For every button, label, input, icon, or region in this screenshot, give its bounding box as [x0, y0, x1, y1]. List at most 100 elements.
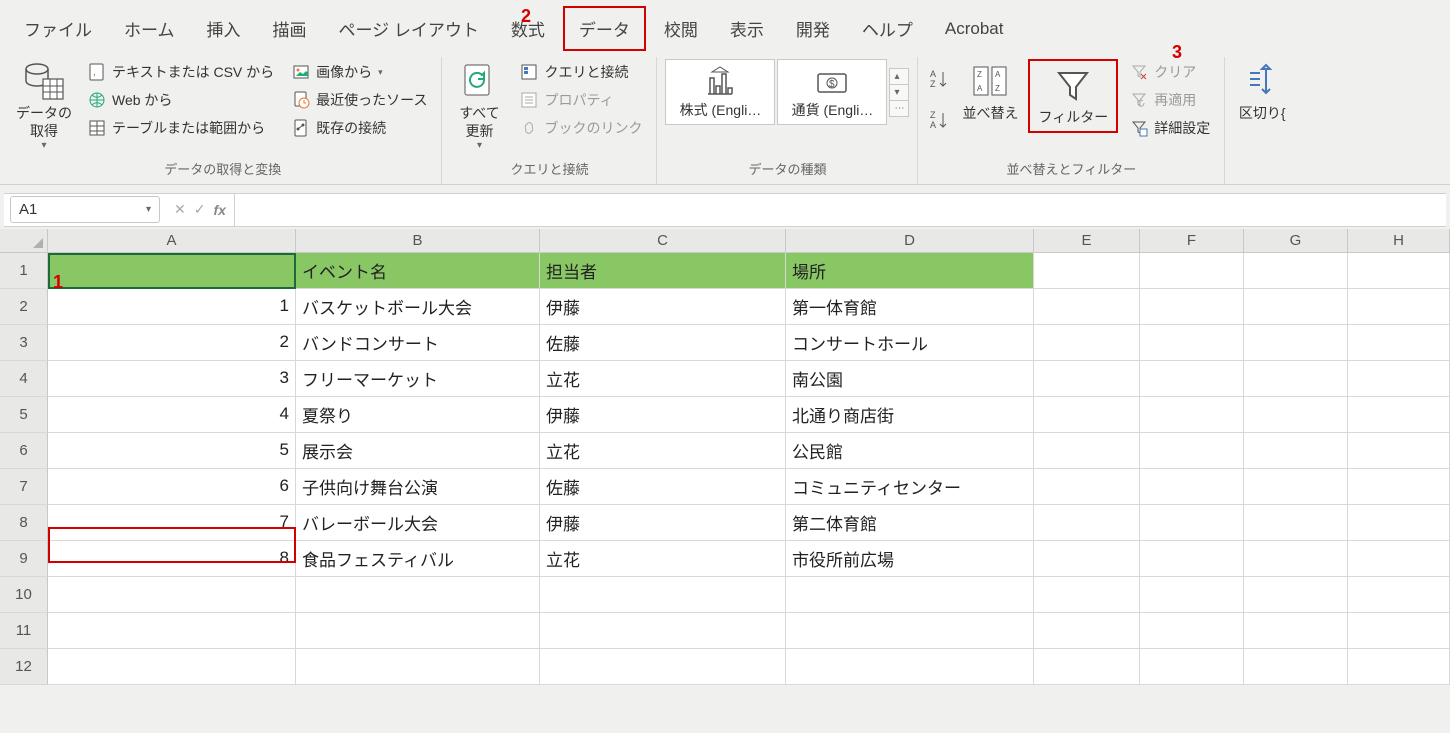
fx-icon[interactable]: fx: [213, 202, 225, 218]
recent-sources-button[interactable]: 最近使ったソース: [286, 87, 433, 113]
formula-input[interactable]: [234, 194, 1446, 226]
cell[interactable]: [1348, 325, 1450, 361]
cell[interactable]: [1140, 649, 1244, 685]
cell[interactable]: 市役所前広場: [786, 541, 1034, 577]
select-all-corner[interactable]: [0, 229, 48, 253]
cell[interactable]: 伊藤: [540, 289, 786, 325]
cell[interactable]: [1140, 253, 1244, 289]
cell[interactable]: [1244, 433, 1348, 469]
from-table-button[interactable]: テーブルまたは範囲から: [82, 115, 280, 141]
cell[interactable]: 場所: [786, 253, 1034, 289]
cell[interactable]: [540, 613, 786, 649]
cell[interactable]: [1244, 361, 1348, 397]
cell[interactable]: [1244, 253, 1348, 289]
cell[interactable]: [1140, 361, 1244, 397]
cell[interactable]: コミュニティセンター: [786, 469, 1034, 505]
cell[interactable]: 佐藤: [540, 325, 786, 361]
cell[interactable]: [1348, 577, 1450, 613]
row-header-1[interactable]: 1: [0, 253, 48, 289]
cell[interactable]: 8: [48, 541, 296, 577]
cell[interactable]: [1244, 577, 1348, 613]
cell[interactable]: [1244, 397, 1348, 433]
cell[interactable]: 立花: [540, 433, 786, 469]
cell[interactable]: バレーボール大会: [296, 505, 540, 541]
row-header-9[interactable]: 9: [0, 541, 48, 577]
tab-ヘルプ[interactable]: ヘルプ: [848, 8, 927, 49]
row-header-6[interactable]: 6: [0, 433, 48, 469]
row-header-10[interactable]: 10: [0, 577, 48, 613]
cell[interactable]: [1348, 433, 1450, 469]
text-to-columns-button[interactable]: 区切り{: [1233, 59, 1291, 125]
gallery-scroll[interactable]: ▴ ▾ ⋯: [889, 68, 909, 117]
cell[interactable]: [1244, 325, 1348, 361]
cell[interactable]: [48, 613, 296, 649]
cell[interactable]: [1140, 541, 1244, 577]
enter-icon[interactable]: ✓: [194, 201, 206, 218]
col-header-A[interactable]: A: [48, 229, 296, 253]
advanced-filter-button[interactable]: 詳細設定: [1124, 115, 1216, 141]
from-image-button[interactable]: 画像から ▾: [286, 59, 433, 85]
cell[interactable]: [1140, 433, 1244, 469]
cell[interactable]: [1348, 253, 1450, 289]
row-header-7[interactable]: 7: [0, 469, 48, 505]
cell[interactable]: [1034, 649, 1140, 685]
row-header-8[interactable]: 8: [0, 505, 48, 541]
col-header-C[interactable]: C: [540, 229, 786, 253]
cell[interactable]: [1348, 505, 1450, 541]
cell[interactable]: コンサートホール: [786, 325, 1034, 361]
cell[interactable]: 4: [48, 397, 296, 433]
tab-挿入[interactable]: 挿入: [193, 8, 255, 49]
cell[interactable]: 展示会: [296, 433, 540, 469]
cell[interactable]: [1348, 649, 1450, 685]
row-header-5[interactable]: 5: [0, 397, 48, 433]
cell[interactable]: [1034, 613, 1140, 649]
cell[interactable]: [1140, 469, 1244, 505]
get-data-button[interactable]: データの 取得 ▾: [12, 59, 76, 155]
cell[interactable]: 北通り商店街: [786, 397, 1034, 433]
cell[interactable]: 南公園: [786, 361, 1034, 397]
currency-type-button[interactable]: $ 通貨 (Engli…: [777, 59, 887, 125]
cell[interactable]: [1140, 325, 1244, 361]
col-header-F[interactable]: F: [1140, 229, 1244, 253]
cell[interactable]: [48, 649, 296, 685]
cell[interactable]: [1244, 469, 1348, 505]
tab-データ[interactable]: データ: [563, 6, 646, 51]
tab-ホーム[interactable]: ホーム: [110, 8, 189, 49]
cell[interactable]: [1348, 541, 1450, 577]
cell[interactable]: [1034, 253, 1140, 289]
cell[interactable]: 1: [48, 289, 296, 325]
tab-校閲[interactable]: 校閲: [650, 8, 712, 49]
cell[interactable]: [1034, 361, 1140, 397]
row-header-12[interactable]: 12: [0, 649, 48, 685]
cell[interactable]: [786, 649, 1034, 685]
cell[interactable]: [1034, 577, 1140, 613]
cell[interactable]: 第一体育館: [786, 289, 1034, 325]
reapply-button[interactable]: 再適用: [1124, 87, 1216, 113]
row-header-2[interactable]: 2: [0, 289, 48, 325]
cell[interactable]: バスケットボール大会: [296, 289, 540, 325]
cell[interactable]: [296, 613, 540, 649]
workbook-links-button[interactable]: ブックのリンク: [514, 115, 648, 141]
cell[interactable]: [1140, 397, 1244, 433]
tab-ページ レイアウト[interactable]: ページ レイアウト: [325, 8, 493, 49]
cell[interactable]: [1140, 505, 1244, 541]
cell[interactable]: 担当者: [540, 253, 786, 289]
col-header-D[interactable]: D: [786, 229, 1034, 253]
tab-描画[interactable]: 描画: [259, 8, 321, 49]
row-header-3[interactable]: 3: [0, 325, 48, 361]
row-header-11[interactable]: 11: [0, 613, 48, 649]
tab-Acrobat[interactable]: Acrobat: [931, 11, 1018, 47]
cell[interactable]: 子供向け舞台公演: [296, 469, 540, 505]
cell[interactable]: フリーマーケット: [296, 361, 540, 397]
cell[interactable]: [48, 577, 296, 613]
from-csv-button[interactable]: , テキストまたは CSV から: [82, 59, 280, 85]
cell[interactable]: [1348, 361, 1450, 397]
col-header-H[interactable]: H: [1348, 229, 1450, 253]
cell[interactable]: [786, 613, 1034, 649]
sort-asc-button[interactable]: AZ: [926, 66, 952, 92]
cell[interactable]: 第二体育館: [786, 505, 1034, 541]
cell[interactable]: [1034, 505, 1140, 541]
cell[interactable]: [1348, 289, 1450, 325]
cell[interactable]: 5: [48, 433, 296, 469]
cell[interactable]: [1034, 469, 1140, 505]
